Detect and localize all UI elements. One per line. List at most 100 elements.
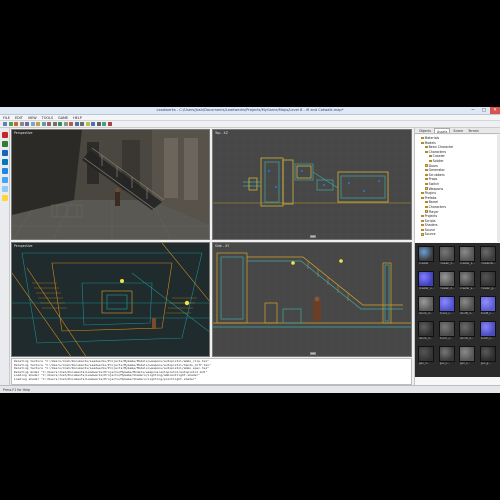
asset-tree[interactable]: Materials Models Bean Character Characters C…: [415, 135, 500, 242]
toolbar-button[interactable]: [14, 122, 18, 126]
menu-edit[interactable]: EDIT: [15, 116, 23, 120]
toolbar-button[interactable]: [19, 122, 24, 126]
tree-item-label: Sound: [424, 227, 435, 232]
face-icon[interactable]: [2, 186, 8, 192]
side-viewport[interactable]: Side - XY: [212, 242, 412, 357]
asset-thumbnail[interactable]: crawler_n...: [418, 271, 434, 290]
tree-item-label: Characters: [428, 204, 446, 209]
menu-game[interactable]: GAME: [58, 116, 68, 120]
tab-objects[interactable]: Objects: [417, 128, 433, 133]
top-viewport[interactable]: Top - XZ: [212, 129, 412, 240]
thumbnail-caption: crawlerdo...: [480, 262, 496, 265]
thumbnail-caption: doorB_n...: [480, 312, 494, 315]
cylinder-icon[interactable]: [2, 159, 8, 165]
asset-thumbnail[interactable]: doorC_s...: [438, 321, 455, 340]
asset-thumbnails[interactable]: crawler crawler_d... crawler_s... crawlerdo…: [415, 243, 500, 377]
perspective-wireframe-viewport[interactable]: Perspective: [11, 242, 210, 357]
toolbar-button[interactable]: [74, 122, 79, 126]
light-icon[interactable]: [2, 195, 8, 201]
asset-thumbnail[interactable]: gen_s...: [459, 346, 475, 365]
toolbar-button[interactable]: [63, 122, 68, 126]
asset-thumbnail[interactable]: gen_d...: [418, 346, 434, 365]
close-button[interactable]: ✕: [490, 107, 500, 114]
asset-thumbnail[interactable]: crawler_s...: [459, 246, 475, 265]
folder-icon: [421, 215, 424, 218]
toolbar-button[interactable]: [69, 122, 73, 126]
sphere-icon[interactable]: [2, 168, 8, 174]
perspective-viewport[interactable]: Perspective: [11, 129, 210, 240]
toolbar-button[interactable]: [47, 122, 51, 126]
folder-icon: [425, 210, 428, 213]
output-console[interactable]: Deleting texture "C:/Users/Josh/Document…: [11, 358, 412, 385]
toolbar-button[interactable]: [58, 122, 62, 126]
asset-thumbnail[interactable]: crawler_s...: [459, 271, 475, 290]
tab-assets[interactable]: Assets: [434, 128, 451, 134]
asset-thumbnail[interactable]: doorC_d...: [418, 321, 434, 340]
asset-thumbnail[interactable]: doorD_d...: [459, 321, 475, 340]
toolbar-button[interactable]: [107, 122, 112, 126]
toolbar-button[interactable]: [80, 122, 84, 126]
asset-thumbnail[interactable]: crawler_d...: [438, 271, 455, 290]
folder-icon: [421, 136, 424, 140]
wedge-icon[interactable]: [2, 150, 8, 156]
toolbar-button[interactable]: [96, 122, 101, 126]
tree-item-label: Characters: [428, 149, 446, 154]
tree-item-label: Generator: [428, 168, 445, 173]
view-scroll-handle[interactable]: [310, 352, 316, 355]
folder-icon: [425, 201, 428, 204]
folder-icon: [421, 192, 424, 195]
folder-icon: [421, 219, 424, 222]
asset-thumbnail[interactable]: crawlerdo...: [479, 246, 496, 265]
viewport-label: Side - XY: [215, 244, 230, 248]
menu-file[interactable]: FILE: [3, 116, 10, 120]
toolbar-button[interactable]: [85, 122, 90, 126]
toolbar-button[interactable]: [8, 122, 13, 126]
toolbar-button[interactable]: [36, 122, 40, 126]
folder-icon: [425, 164, 428, 167]
thumbnail-caption: doorC_d...: [419, 337, 433, 340]
maximize-button[interactable]: □: [479, 107, 489, 114]
asset-thumbnail[interactable]: gen_g...: [479, 346, 496, 365]
status-bar: Press F1 for Help: [0, 385, 500, 393]
thumbnail-caption: gen_d...: [419, 362, 430, 365]
wireframe-render: [12, 243, 209, 356]
toolbar-button[interactable]: [41, 122, 46, 126]
cone-icon[interactable]: [2, 177, 8, 183]
scene-render: [12, 130, 209, 239]
thumbnail-caption: crawler_s...: [460, 287, 475, 290]
asset-thumbnail[interactable]: doorD_n...: [479, 321, 496, 340]
toolbar-button[interactable]: [3, 122, 7, 126]
asset-thumbnail[interactable]: doorA_d...: [418, 296, 434, 315]
thumbnail-caption: doorC_s...: [439, 337, 453, 340]
menu-tools[interactable]: TOOLS: [42, 116, 53, 120]
menu-view[interactable]: VIEW: [28, 116, 37, 120]
toolbar-button[interactable]: [25, 122, 29, 126]
asset-thumbnail[interactable]: doorB_n...: [479, 296, 496, 315]
view-scroll-handle[interactable]: [310, 235, 316, 238]
asset-thumbnail[interactable]: crawler_d...: [438, 246, 455, 265]
minimize-button[interactable]: ─: [468, 107, 478, 114]
folder-icon: [421, 196, 424, 199]
box-icon[interactable]: [2, 141, 8, 147]
tab-scene[interactable]: Scene: [451, 128, 465, 133]
toolbar-button[interactable]: [91, 122, 95, 126]
asset-panel: Objects Assets Scene Terrain Materials Mo…: [414, 128, 500, 385]
tree-item-label: Barrel: [428, 200, 439, 205]
tab-terrain[interactable]: Terrain: [466, 128, 481, 133]
select-icon[interactable]: [2, 132, 8, 138]
thumbnail-caption: doorD_n...: [480, 337, 494, 340]
asset-thumbnail[interactable]: doorB_d...: [459, 296, 475, 315]
toolbar-button[interactable]: [102, 122, 106, 126]
menu-help[interactable]: HELP: [73, 116, 82, 120]
thumbnail-caption: doorA_n...: [439, 312, 453, 315]
asset-thumbnail[interactable]: crawler: [418, 246, 434, 265]
tree-item-label: Shaders: [424, 223, 438, 228]
thumbnail-caption: crawler: [419, 262, 429, 265]
toolbar-button[interactable]: [30, 122, 35, 126]
asset-thumbnail[interactable]: gen_n...: [438, 346, 455, 365]
asset-thumbnail[interactable]: crawler_g...: [479, 271, 496, 290]
tree-item[interactable]: Source: [415, 232, 500, 237]
toolbar-button[interactable]: [52, 122, 57, 126]
asset-thumbnail[interactable]: doorA_n...: [438, 296, 455, 315]
folder-icon: [421, 233, 424, 236]
